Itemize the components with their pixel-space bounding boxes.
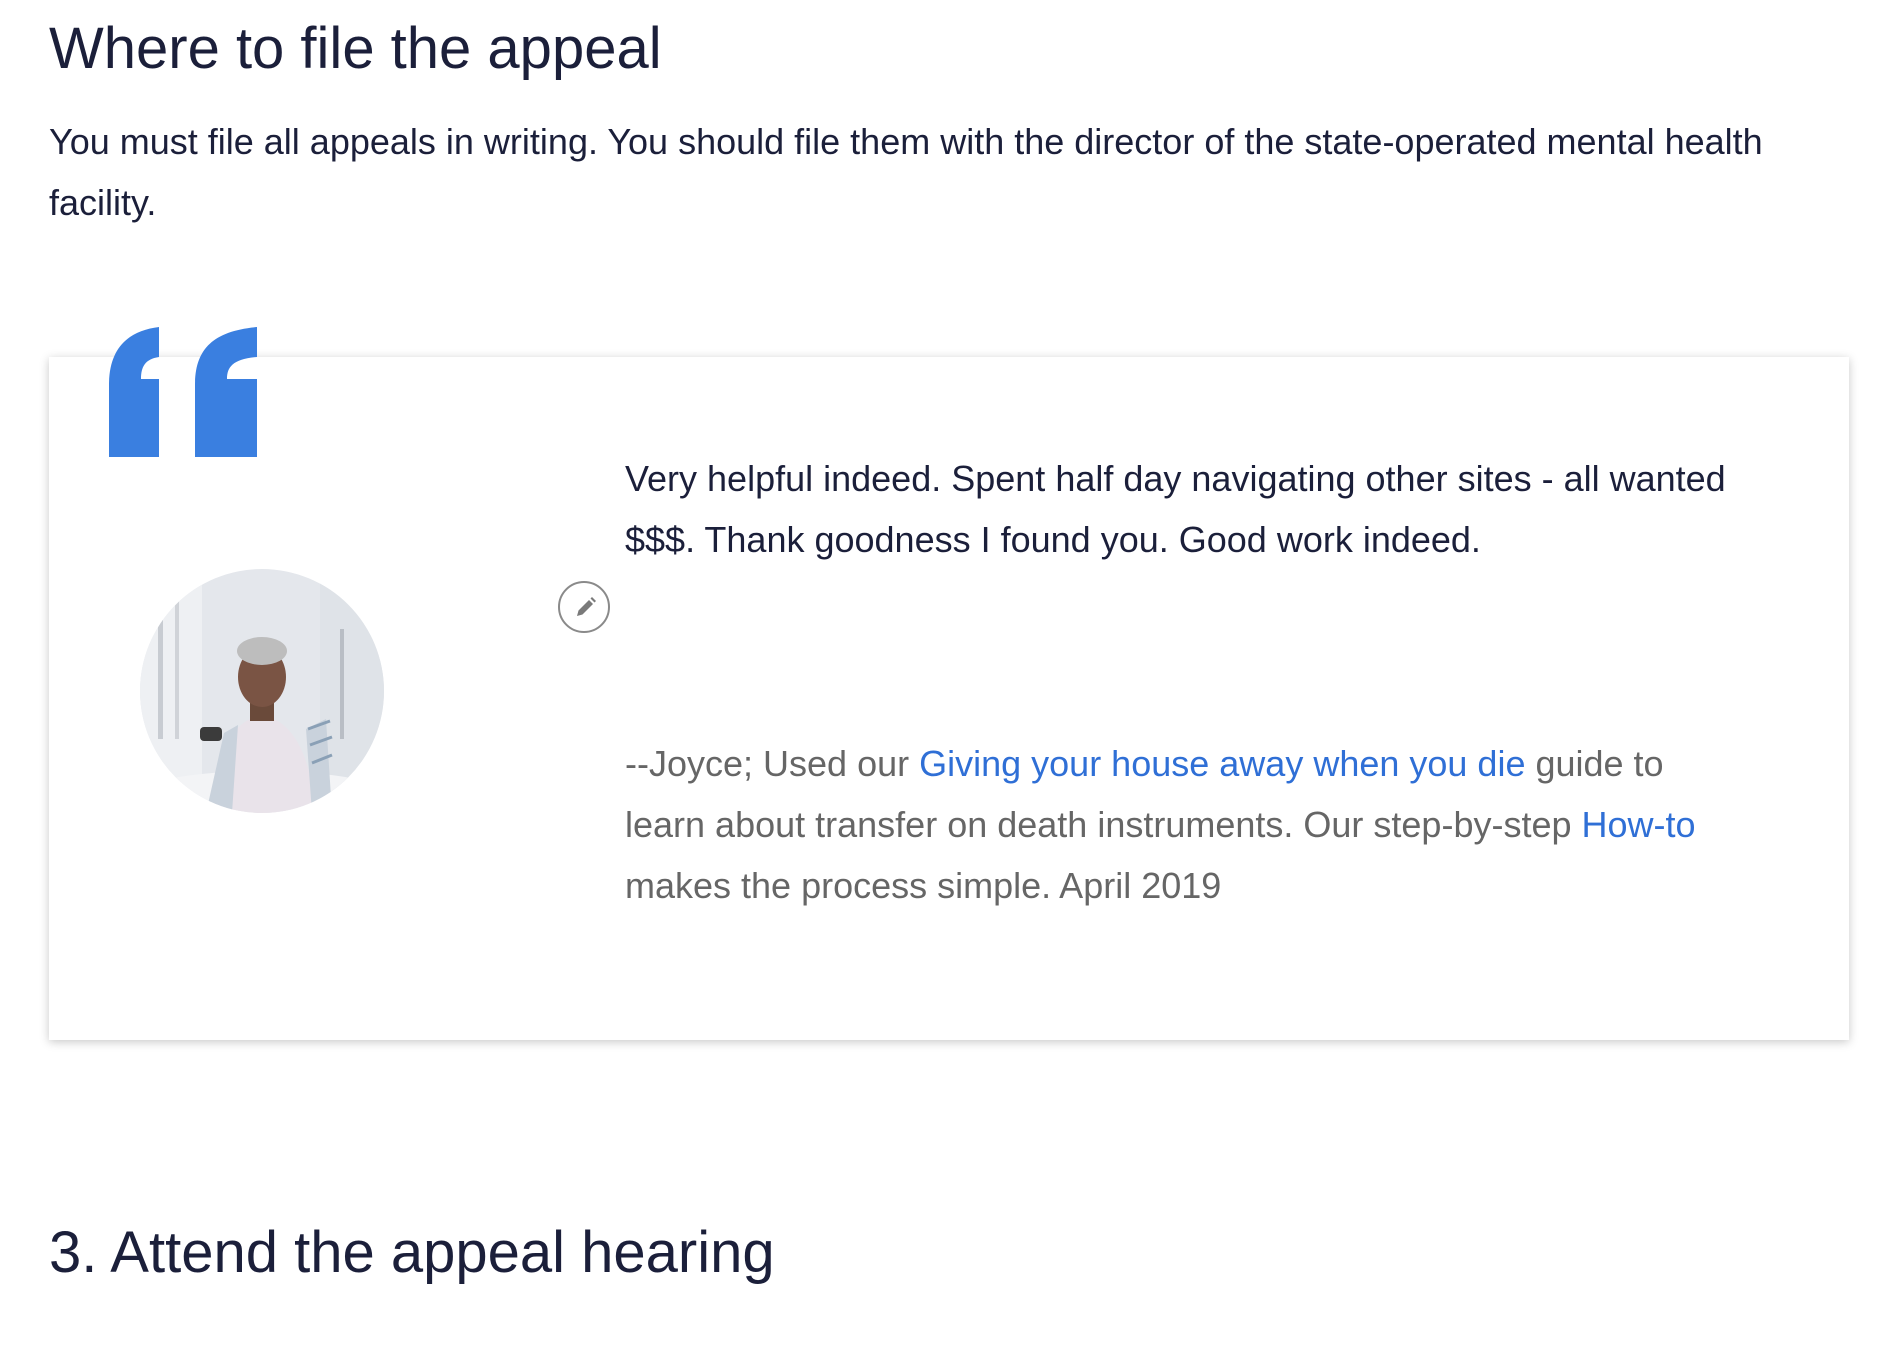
intro-paragraph: You must file all appeals in writing. Yo… bbox=[49, 121, 1763, 223]
pencil-icon bbox=[577, 597, 596, 616]
testimonial-photo bbox=[140, 569, 384, 813]
avatar bbox=[140, 569, 384, 813]
attribution-suffix: makes the process simple. April 2019 bbox=[625, 865, 1222, 906]
attribution-prefix: --Joyce; Used our bbox=[625, 743, 920, 784]
quote-icon bbox=[109, 327, 257, 457]
testimonial-quote: Very helpful indeed. Spent half day navi… bbox=[625, 458, 1726, 560]
testimonial-attribution: --Joyce; Used our Giving your house away… bbox=[625, 733, 1745, 916]
step-heading: 3. Attend the appeal hearing bbox=[49, 1220, 775, 1285]
section-heading: Where to file the appeal bbox=[49, 16, 662, 81]
edit-button[interactable] bbox=[558, 581, 610, 633]
guide-link[interactable]: Giving your house away when you die bbox=[919, 743, 1525, 784]
how-to-link[interactable]: How-to bbox=[1582, 804, 1696, 845]
